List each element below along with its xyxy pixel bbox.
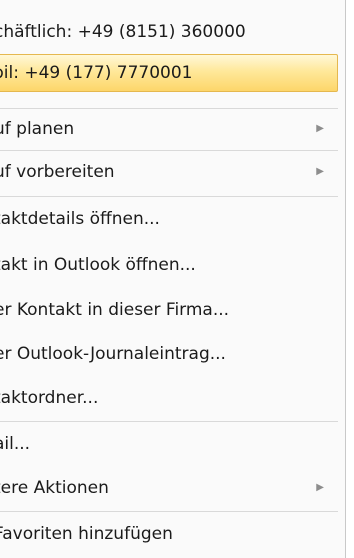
- menu-item-new-contact-company[interactable]: er Kontakt in dieser Firma...: [0, 292, 338, 328]
- menu-item-label: taktordner...: [0, 388, 99, 408]
- menu-item-call-business[interactable]: chäftlich: +49 (8151) 360000: [0, 14, 338, 50]
- menu-item-open-contact-details[interactable]: taktdetails öffnen...: [0, 201, 338, 237]
- menu-item-more-actions[interactable]: tere Aktionen ▶: [0, 470, 338, 506]
- context-menu: chäftlich: +49 (8151) 360000 bil: +49 (1…: [0, 0, 346, 558]
- menu-item-label: chäftlich: +49 (8151) 360000: [0, 22, 246, 42]
- menu-item-label: takt in Outlook öffnen...: [0, 255, 196, 275]
- menu-item-label: tere Aktionen: [0, 478, 109, 498]
- menu-separator: [0, 421, 338, 422]
- menu-separator: [0, 511, 338, 512]
- menu-separator: [0, 196, 338, 197]
- submenu-arrow-icon: ▶: [316, 482, 324, 493]
- menu-item-schedule-call[interactable]: uf planen ▶: [0, 111, 338, 147]
- menu-item-label: Favoriten hinzufügen: [0, 524, 173, 544]
- menu-item-label: er Outlook-Journaleintrag...: [0, 344, 226, 364]
- menu-separator: [0, 108, 338, 109]
- menu-item-add-favorites[interactable]: Favoriten hinzufügen: [0, 516, 338, 552]
- menu-item-open-contact-outlook[interactable]: takt in Outlook öffnen...: [0, 247, 338, 283]
- menu-item-contact-folder[interactable]: taktordner...: [0, 380, 338, 416]
- menu-item-label: bil: +49 (177) 7770001: [0, 63, 193, 83]
- menu-item-label: uf planen: [0, 119, 75, 139]
- menu-item-call-mobile[interactable]: bil: +49 (177) 7770001: [0, 54, 338, 92]
- submenu-arrow-icon: ▶: [316, 166, 324, 177]
- menu-item-prepare-call[interactable]: uf vorbereiten ▶: [0, 154, 338, 190]
- menu-item-email[interactable]: ail...: [0, 426, 338, 462]
- menu-item-label: ail...: [0, 434, 31, 454]
- menu-item-label: er Kontakt in dieser Firma...: [0, 300, 230, 320]
- menu-item-label: uf vorbereiten: [0, 162, 115, 182]
- menu-separator: [0, 150, 338, 151]
- menu-item-label: taktdetails öffnen...: [0, 209, 160, 229]
- menu-item-new-journal-entry[interactable]: er Outlook-Journaleintrag...: [0, 336, 338, 372]
- submenu-arrow-icon: ▶: [316, 123, 324, 134]
